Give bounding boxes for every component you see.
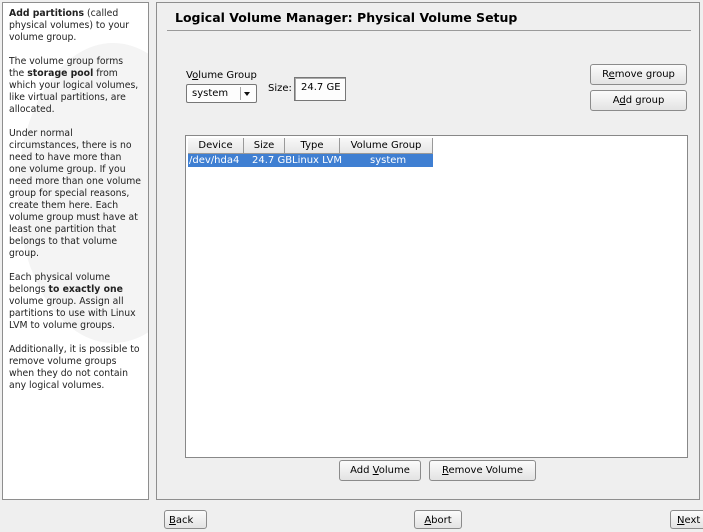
help-paragraph-4: Each physical volume belongs to exactly … bbox=[9, 272, 141, 332]
volume-group-select[interactable]: system bbox=[186, 84, 257, 103]
main-panel: Logical Volume Manager: Physical Volume … bbox=[156, 2, 700, 500]
help-bold-text: storage pool bbox=[27, 68, 94, 79]
help-paragraph-3: Under normal circumstances, there is no … bbox=[9, 128, 142, 259]
cell-volume-group: system bbox=[370, 155, 407, 166]
size-label: Size: bbox=[268, 83, 292, 94]
cell-type: Linux LVM bbox=[292, 155, 343, 166]
back-button[interactable]: Back bbox=[164, 510, 207, 529]
help-bold-text: Add partitions bbox=[9, 8, 85, 19]
next-button[interactable]: Next bbox=[670, 510, 703, 529]
column-header-volume-group[interactable]: Volume Group bbox=[340, 138, 433, 154]
page-title: Logical Volume Manager: Physical Volume … bbox=[175, 10, 518, 25]
help-paragraph-2: The volume group forms the storage pool … bbox=[9, 56, 141, 116]
help-paragraph-1: Add partitions (called physical volumes)… bbox=[9, 8, 141, 44]
help-panel: Add partitions (called physical volumes)… bbox=[2, 2, 149, 500]
title-divider bbox=[167, 30, 691, 31]
size-value: 24.7 GE bbox=[301, 82, 341, 93]
cell-size: 24.7 GB bbox=[252, 155, 293, 166]
add-volume-button[interactable]: Add Volume bbox=[339, 460, 421, 481]
volume-group-label: Volume Group bbox=[186, 70, 257, 81]
table-row[interactable]: /dev/hda4 24.7 GB Linux LVM system bbox=[188, 154, 433, 167]
physical-volume-table[interactable]: Device Size Type Volume Group /dev/hda4 … bbox=[185, 135, 688, 458]
remove-group-button[interactable]: Remove group bbox=[590, 64, 687, 85]
add-group-button[interactable]: Add group bbox=[590, 90, 687, 111]
chevron-down-icon bbox=[240, 87, 254, 100]
column-header-size[interactable]: Size bbox=[244, 138, 285, 154]
abort-button[interactable]: Abort bbox=[414, 510, 462, 529]
help-paragraph-5: Additionally, it is possible to remove v… bbox=[9, 344, 140, 391]
remove-volume-button[interactable]: Remove Volume bbox=[429, 460, 536, 481]
cell-device: /dev/hda4 bbox=[189, 155, 240, 166]
size-field: 24.7 GE bbox=[294, 77, 346, 101]
volume-group-selected: system bbox=[192, 88, 229, 99]
help-text-span: volume group. Assign all partitions to u… bbox=[9, 296, 136, 331]
column-header-type[interactable]: Type bbox=[285, 138, 340, 154]
help-text: Add partitions (called physical volumes)… bbox=[9, 8, 141, 404]
column-header-device[interactable]: Device bbox=[188, 138, 244, 154]
help-bold-text: to exactly one bbox=[48, 284, 123, 295]
